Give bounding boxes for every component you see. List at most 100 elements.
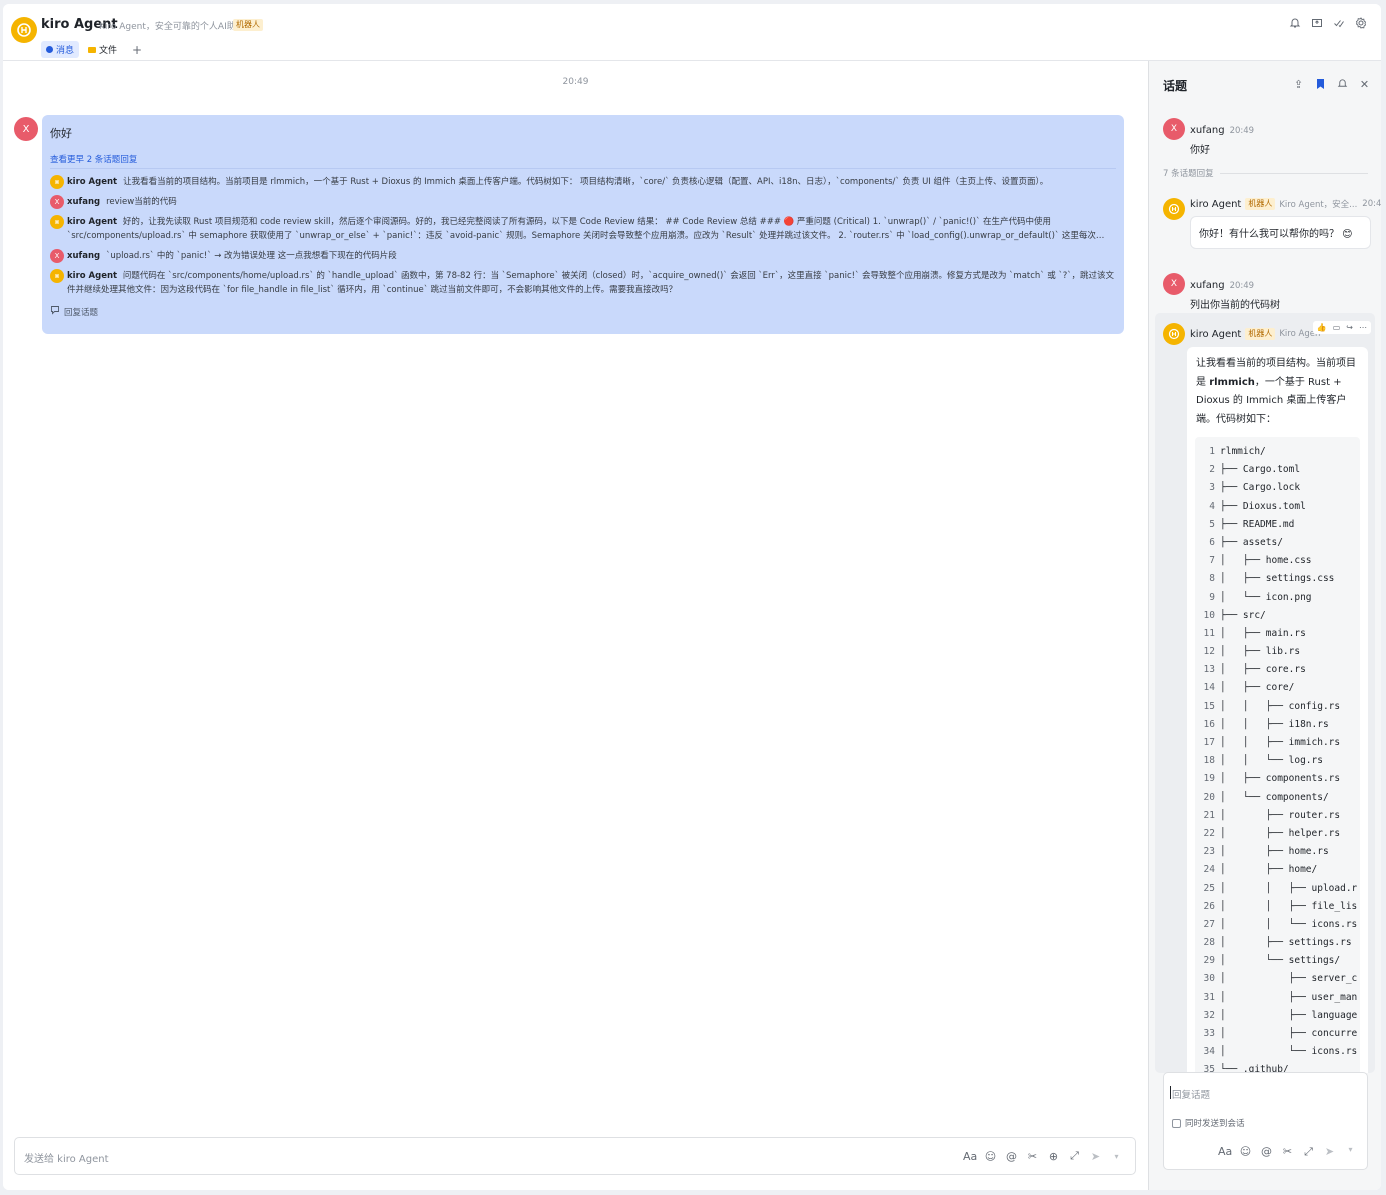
chat-header: kiro Agent Kiro Agent，安全可靠的个人AI助理 机器人 消息… <box>3 4 1381 61</box>
message-time: 20:49 <box>1229 281 1255 291</box>
reply-input[interactable]: 回复话题 <box>1169 1086 1210 1101</box>
line-content: ├── src/ <box>1220 609 1266 621</box>
line-number: 2 <box>1209 464 1215 476</box>
code-line: 4 ├── Dioxus.toml <box>1195 498 1360 516</box>
more-icon[interactable]: ⋯ <box>1359 323 1367 332</box>
bot-avatar-icon[interactable] <box>1163 323 1185 345</box>
line-number: 31 <box>1203 991 1215 1003</box>
mention-icon[interactable]: @ <box>1005 1150 1018 1163</box>
line-content: ├── Cargo.lock <box>1220 482 1301 494</box>
message-text: 你好 <box>50 127 72 140</box>
line-number: 10 <box>1203 609 1215 621</box>
author-name[interactable]: xufang <box>1190 125 1225 136</box>
message-time: 20:49 <box>1362 199 1381 209</box>
close-icon[interactable]: ✕ <box>1358 78 1371 93</box>
add-tab-button[interactable]: + <box>132 43 142 57</box>
line-content: │ ├── core.rs <box>1220 664 1306 676</box>
author-name[interactable]: xufang <box>1190 280 1225 291</box>
mention-icon[interactable]: @ <box>1260 1145 1273 1159</box>
thread-root-message[interactable]: X xufang 20:49 你好 <box>1163 118 1254 156</box>
line-number: 25 <box>1203 882 1215 894</box>
line-content: ├── Cargo.toml <box>1220 464 1301 476</box>
message-composer[interactable]: 发送给 kiro Agent Aa ☺ @ ✂ ⊕ ⤢ ➤ ▾ <box>14 1137 1136 1175</box>
message-bubble[interactable]: 你好！有什么我可以帮你的吗？ 😊 <box>1190 216 1371 249</box>
code-line: 19 │ ├── components.rs <box>1195 770 1360 788</box>
code-line: 34 │ └── icons.rs <box>1195 1043 1360 1061</box>
scissors-icon[interactable]: ✂ <box>1281 1145 1294 1159</box>
thread-message[interactable]: kiro Agent 机器人 Kiro Agent，安全... 20:49 你好… <box>1163 198 1381 249</box>
thread-reply[interactable]: X xufang review当前的代码 <box>50 195 1116 209</box>
tab-messages-label: 消息 <box>56 46 75 56</box>
avatar[interactable]: X <box>1163 118 1185 140</box>
emoji-icon[interactable]: ☺ <box>984 1150 997 1163</box>
thread-reply[interactable]: kiro Agent 让我看看当前的项目结构。当前项目是 rlmmich，一个基… <box>50 175 1116 189</box>
bot-avatar-icon[interactable] <box>1163 198 1185 220</box>
chevron-down-icon[interactable]: ▾ <box>1110 1152 1123 1161</box>
bot-avatar-icon <box>50 175 64 189</box>
screen-share-icon[interactable] <box>1310 17 1323 30</box>
checklist-icon[interactable] <box>1332 17 1345 30</box>
bell-icon[interactable] <box>1288 17 1301 30</box>
line-content: │ ├── settings.rs <box>1220 937 1352 949</box>
send-icon[interactable]: ➤ <box>1089 1150 1102 1163</box>
settings-icon[interactable] <box>1354 17 1367 30</box>
avatar[interactable]: X <box>1163 273 1185 295</box>
scissors-icon[interactable]: ✂ <box>1026 1150 1039 1163</box>
code-line: 17 │ │ ├── immich.rs <box>1195 734 1360 752</box>
line-number: 17 <box>1203 737 1215 748</box>
forward-icon[interactable]: ↪ <box>1346 323 1353 332</box>
more-replies-link[interactable]: 查看更早 2 条话题回复 <box>50 153 1116 169</box>
thumbs-up-icon[interactable]: 👍 <box>1317 323 1327 332</box>
avatar[interactable]: X <box>14 117 38 141</box>
message-text: 列出你当前的代码树 <box>1190 300 1280 311</box>
font-icon[interactable]: Aa <box>1218 1145 1232 1159</box>
expand-icon[interactable]: ⤢ <box>1302 1145 1315 1159</box>
line-number: 14 <box>1203 682 1215 694</box>
plus-circle-icon[interactable]: ⊕ <box>1047 1150 1060 1163</box>
share-icon[interactable]: ⇪ <box>1292 78 1305 93</box>
message-bubble[interactable]: 让我看看当前的项目结构。当前项目是 rlmmich，一个基于 Rust + Di… <box>1187 347 1368 1073</box>
author-name[interactable]: kiro Agent <box>1190 329 1241 340</box>
line-content: │ └── icon.png <box>1220 591 1312 603</box>
code-block[interactable]: 1 rlmmich/2 ├── Cargo.toml 3 ├── Cargo.lock 4… <box>1195 437 1360 1073</box>
code-line: 11 │ ├── main.rs <box>1195 625 1360 643</box>
comment-icon[interactable]: ▭ <box>1333 323 1341 332</box>
reply-author: kiro Agent <box>67 217 118 227</box>
bookmark-icon[interactable] <box>1314 78 1327 93</box>
thread-reply[interactable]: kiro Agent 好的，让我先读取 Rust 项目规范和 code revi… <box>50 215 1116 243</box>
reply-text: `upload.rs` 中的 `panic!` → 改为错误处理 这一点我想看下… <box>106 251 397 261</box>
thread-reply-composer[interactable]: 回复话题 同时发送到会话 Aa ☺ @ ✂ ⤢ ➤ ▾ <box>1163 1072 1368 1170</box>
send-icon[interactable]: ➤ <box>1323 1145 1336 1159</box>
also-send-checkbox[interactable]: 同时发送到会话 <box>1172 1117 1245 1129</box>
font-icon[interactable]: Aa <box>963 1150 977 1163</box>
message-bubble[interactable]: 你好 查看更早 2 条话题回复 kiro Agent 让我看看当前的项目结构。当… <box>42 115 1124 334</box>
thread-reply[interactable]: kiro Agent 问题代码在 `src/components/home/up… <box>50 269 1116 297</box>
thread-reply[interactable]: X xufang `upload.rs` 中的 `panic!` → 改为错误处… <box>50 249 1116 263</box>
line-number: 26 <box>1203 900 1215 912</box>
reply-topic-button[interactable]: 回复话题 <box>50 305 1116 318</box>
code-line: 2 ├── Cargo.toml <box>1195 461 1360 479</box>
bot-avatar-icon <box>50 269 64 283</box>
bell-icon[interactable] <box>1336 78 1349 93</box>
emoji-icon[interactable]: ☺ <box>1239 1145 1252 1159</box>
line-content: │ │ ├── file_lis <box>1220 900 1358 912</box>
checkbox-icon[interactable] <box>1172 1118 1181 1128</box>
author-name[interactable]: kiro Agent <box>1190 199 1241 210</box>
expand-icon[interactable]: ⤢ <box>1068 1149 1081 1163</box>
reply-count: 7 条话题回复 <box>1163 169 1214 179</box>
bot-badge: 机器人 <box>1245 198 1276 210</box>
thread-message[interactable]: kiro Agent 机器人 Kiro Agen <box>1163 323 1320 345</box>
kiro-agent-logo[interactable] <box>11 17 37 43</box>
tab-files[interactable]: 文件 <box>83 41 122 58</box>
line-content: │ ├── core/ <box>1220 682 1295 694</box>
message-list[interactable]: 20:49 X 你好 查看更早 2 条话题回复 kiro Agent 让我看看当… <box>3 61 1148 1190</box>
chevron-down-icon[interactable]: ▾ <box>1344 1145 1357 1159</box>
code-line: 12 │ ├── lib.rs <box>1195 643 1360 661</box>
code-line: 13 │ ├── core.rs <box>1195 661 1360 679</box>
line-content: ├── README.md <box>1220 518 1295 530</box>
line-number: 19 <box>1203 773 1215 785</box>
thread-message[interactable]: X xufang 20:49 列出你当前的代码树 <box>1163 273 1280 311</box>
tab-messages[interactable]: 消息 <box>41 41 80 58</box>
line-number: 8 <box>1209 573 1215 585</box>
thread-panel: 话题 ⇪ ✕ X xufang 20:49 你好 7 条话题回复 kiro Ag… <box>1148 61 1381 1190</box>
